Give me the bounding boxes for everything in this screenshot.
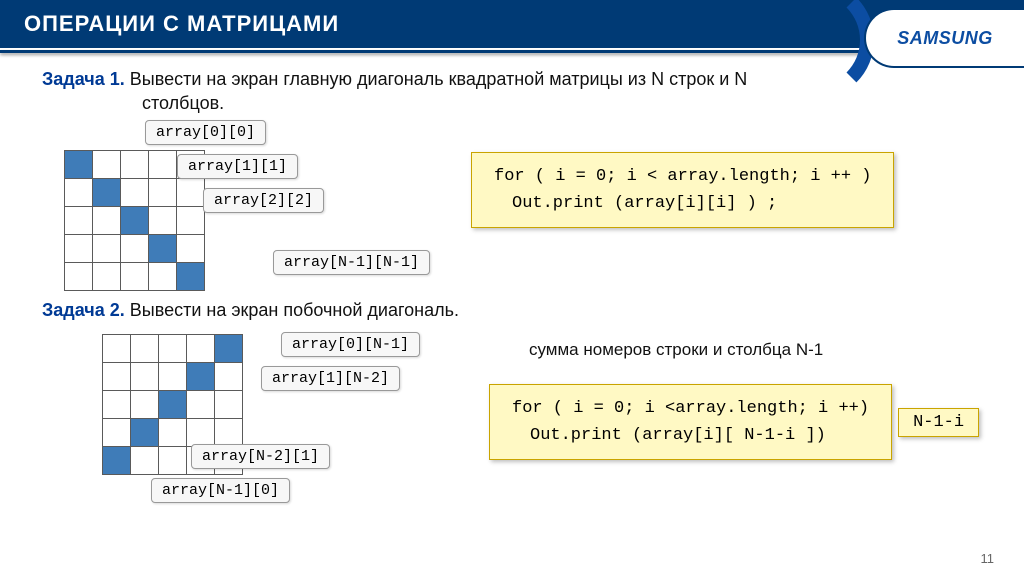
label-array-0-0: array[0][0] xyxy=(145,120,266,145)
code2-line2: Out.print (array[i][ N-1-i ]) xyxy=(512,422,869,449)
task1-section: array[0][0] array[1][1] array[2][2] arra… xyxy=(42,124,996,284)
code-block-2: for ( i = 0; i <array.length; i ++) Out.… xyxy=(489,384,892,460)
page-number: 11 xyxy=(981,551,995,566)
code1-line1: for ( i = 0; i < array.length; i ++ ) xyxy=(494,163,871,190)
task1-labels: array[0][0] array[1][1] array[2][2] arra… xyxy=(223,124,453,284)
task1-text: Задача 1. Вывести на экран главную диаго… xyxy=(42,67,996,116)
label-array-n2-1: array[N-2][1] xyxy=(191,444,330,469)
label-array-2-2: array[2][2] xyxy=(203,188,324,213)
task2-body: Вывести на экран побочной диагональ. xyxy=(130,300,459,320)
label-array-0-n1: array[0][N-1] xyxy=(281,332,420,357)
code-block-1: for ( i = 0; i < array.length; i ++ ) Ou… xyxy=(471,152,894,228)
label-array-n1-n1: array[N-1][N-1] xyxy=(273,250,430,275)
label-array-1-1: array[1][1] xyxy=(177,154,298,179)
slide-header: ОПЕРАЦИИ С МАТРИЦАМИ SAMSUNG xyxy=(0,0,1024,48)
slide-title: ОПЕРАЦИИ С МАТРИЦАМИ xyxy=(24,11,339,37)
task2-label: Задача 2. xyxy=(42,300,125,320)
answer-box: N-1-i xyxy=(898,408,979,437)
code1-line2: Out.print (array[i][i] ) ; xyxy=(494,190,871,217)
samsung-logo: SAMSUNG xyxy=(897,28,993,49)
task2-text: Задача 2. Вывести на экран побочной диаг… xyxy=(42,298,996,322)
task2-hint: сумма номеров строки и столбца N-1 xyxy=(529,340,996,360)
task1-body-line1: Вывести на экран главную диагональ квадр… xyxy=(130,69,748,89)
label-array-1-n2: array[1][N-2] xyxy=(261,366,400,391)
task2-labels: array[0][N-1] array[1][N-2] array[N-2][1… xyxy=(261,334,471,514)
label-array-n1-0: array[N-1][0] xyxy=(151,478,290,503)
task1-label: Задача 1. xyxy=(42,69,125,89)
slide-content: Задача 1. Вывести на экран главную диаго… xyxy=(0,53,1024,514)
code2-line1: for ( i = 0; i <array.length; i ++) xyxy=(512,395,869,422)
task1-body-line2: столбцов. xyxy=(42,91,224,115)
task2-section: array[0][N-1] array[1][N-2] array[N-2][1… xyxy=(42,334,996,514)
